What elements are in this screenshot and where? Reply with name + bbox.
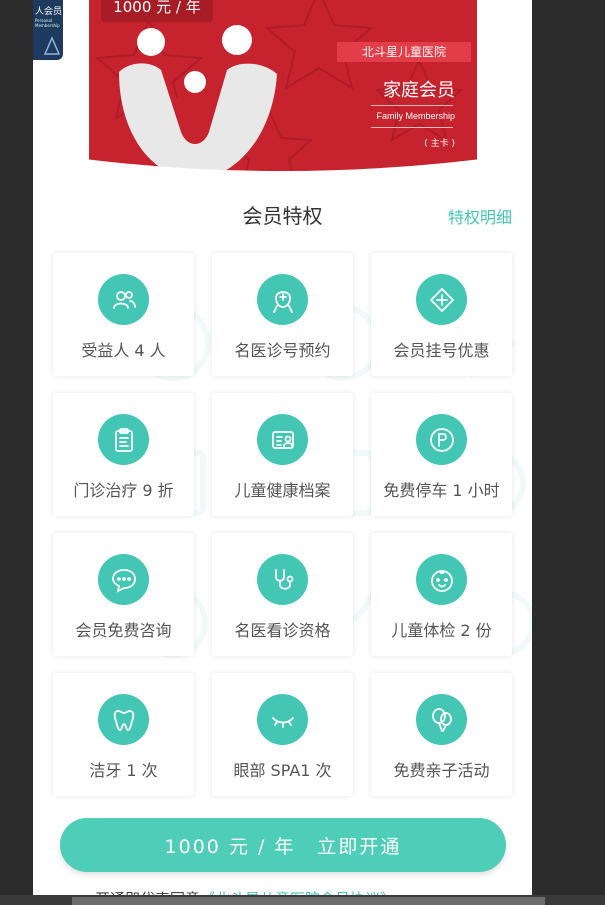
card-title: 家庭会员 [383,80,455,101]
benefit-tile[interactable]: 免费停车 1 小时 [371,393,512,516]
benefit-label: 名医看诊资格 [234,621,331,640]
clipboard-icon [98,414,149,465]
hospital-name: 北斗星儿童医院 [337,42,471,62]
benefit-label: 儿童健康档案 [234,481,331,500]
subscribe-price: 1000 元 / 年 [164,835,296,858]
doctor-icon [257,274,308,325]
benefit-label: 会员免费咨询 [75,621,172,640]
people-icon [98,274,149,325]
privilege-details-link[interactable]: 特权明细 [448,204,512,228]
balloons-icon [416,694,467,745]
card-subtitle: Family Membership [376,111,455,121]
benefit-label: 受益人 4 人 [81,341,166,360]
diamond-plus-icon [416,274,467,325]
benefit-label: 会员挂号优惠 [393,341,490,360]
benefit-tile[interactable]: 儿童体检 2 份 [371,533,512,656]
subscribe-action: 立即开通 [317,835,402,858]
baby-face-icon [416,554,467,605]
personal-card-subtitle: Personal Membership [35,18,60,28]
subscribe-button[interactable]: 1000 元 / 年 立即开通 [60,818,506,872]
benefit-label: 免费亲子活动 [393,761,490,780]
phone-screen: 人会员 Personal Membership 1000 元 / 年 北斗星儿童… [33,0,532,905]
benefit-label: 洁牙 1 次 [89,761,158,780]
scrollbar-thumb[interactable] [72,897,545,905]
personal-card-title: 人会员 [35,7,63,17]
benefit-tile[interactable]: 免费亲子活动 [371,673,512,796]
benefit-tile[interactable]: 名医看诊资格 [212,533,353,656]
stethoscope-icon [257,554,308,605]
benefit-tile[interactable]: 受益人 4 人 [53,253,194,376]
benefit-label: 名医诊号预约 [234,341,331,360]
chat-icon [98,554,149,605]
benefit-label: 眼部 SPA1 次 [233,761,332,780]
card-logo-icon [43,36,61,55]
id-card-icon [257,414,308,465]
benefit-tile[interactable]: 名医诊号预约 [212,253,353,376]
benefit-tile[interactable]: 会员挂号优惠 [371,253,512,376]
benefit-tile[interactable]: 门诊治疗 9 折 [53,393,194,516]
benefit-label: 免费停车 1 小时 [383,481,500,500]
benefit-label: 儿童体检 2 份 [391,621,492,640]
benefit-tile[interactable]: 洁牙 1 次 [53,673,194,796]
benefit-label: 门诊治疗 9 折 [73,481,174,500]
parking-icon [416,414,467,465]
card-divider [371,127,453,128]
card-divider [371,105,453,106]
benefit-tile[interactable]: 儿童健康档案 [212,393,353,516]
banner-curve [33,152,532,190]
tooth-icon [98,694,149,745]
closed-eye-icon [257,694,308,745]
benefit-tile[interactable]: 眼部 SPA1 次 [212,673,353,796]
benefit-tile[interactable]: 会员免费咨询 [53,533,194,656]
personal-card-preview[interactable]: 人会员 Personal Membership [33,0,63,60]
